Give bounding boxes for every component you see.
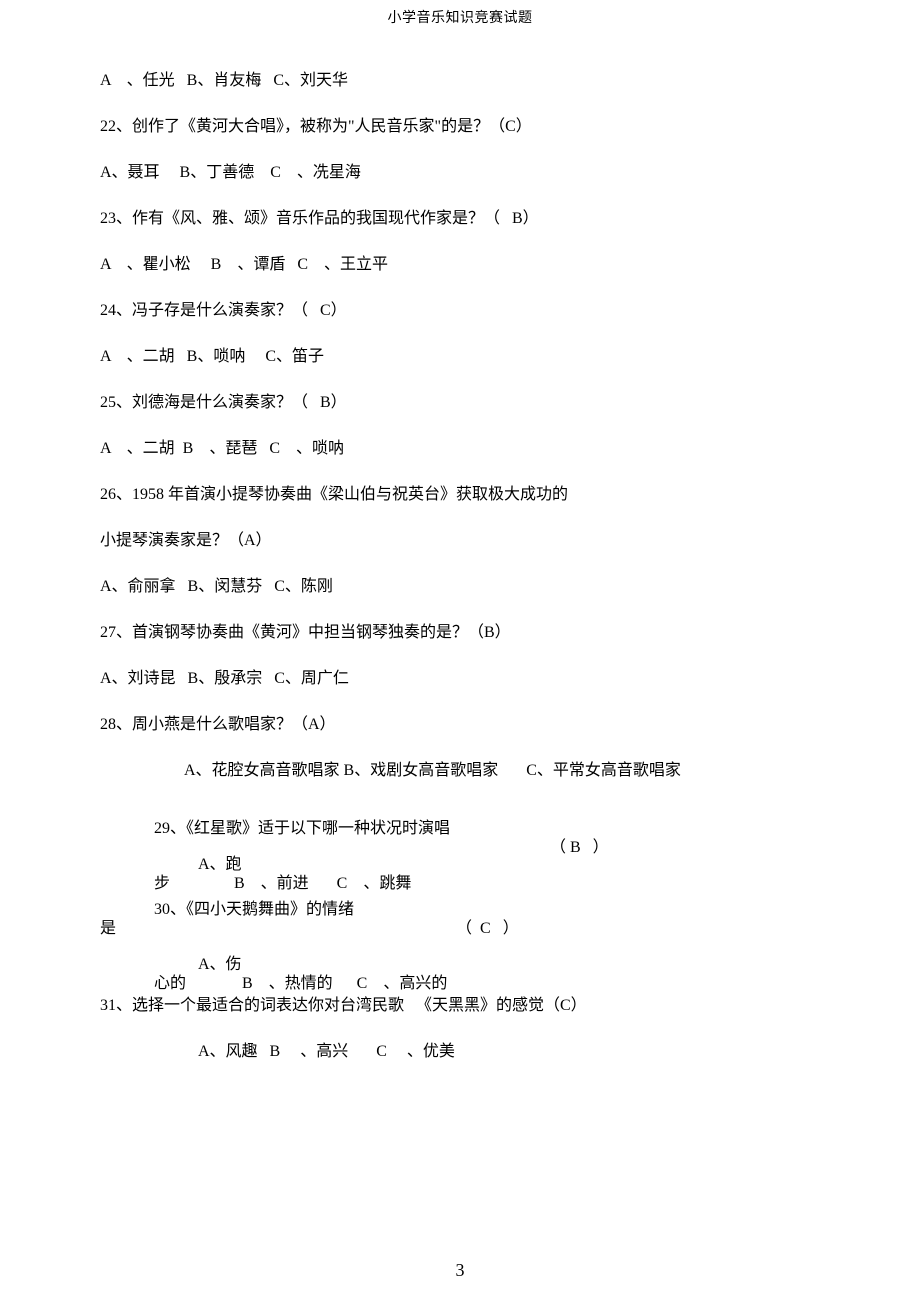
page-title: 小学音乐知识竞赛试题 (0, 0, 920, 27)
text-line: 29、《红星歌》适于以下哪一种状况时演唱 (154, 820, 820, 838)
answer-marker: （ B ） (550, 839, 609, 857)
text-line: 27、首演钢琴协奏曲《黄河》中担当钢琴独奏的是？（B） (100, 624, 820, 642)
text-line: 小提琴演奏家是？（A） (100, 532, 820, 550)
text-line: A 、瞿小松 B 、谭盾 C 、王立平 (100, 256, 820, 274)
document-body: A 、任光 B、肖友梅 C、刘天华 22、创作了《黄河大合唱》，被称为"人民音乐… (100, 72, 820, 1061)
text-line: A、俞丽拿 B、闵慧芬 C、陈刚 (100, 578, 820, 596)
text-line: 22、创作了《黄河大合唱》，被称为"人民音乐家"的是？（C） (100, 118, 820, 136)
text-line: 23、作有《风、雅、颂》音乐作品的我国现代作家是？（ B） (100, 210, 820, 228)
text-line: 步 B 、前进 C 、跳舞 (154, 875, 820, 893)
text-line: 25、刘德海是什么演奏家？（ B） (100, 394, 820, 412)
text-line: 31、选择一个最适合的词表达你对台湾民歌 《天黑黑》的感觉（C） (100, 997, 820, 1015)
answer-marker: （ C ） (456, 920, 519, 937)
text-line: A、风趣 B 、高兴 C 、优美 (198, 1043, 820, 1061)
text-line: 24、冯子存是什么演奏家？（ C） (100, 302, 820, 320)
text-line: 30、《四小天鹅舞曲》的情绪 (154, 901, 820, 919)
text-fragment: 是 (100, 920, 116, 937)
text-line: A、刘诗昆 B、殷承宗 C、周广仁 (100, 670, 820, 688)
text-line: 26、1958 年首演小提琴协奏曲《梁山伯与祝英台》获取极大成功的 (100, 486, 820, 504)
text-line: A 、二胡 B、唢呐 C、笛子 (100, 348, 820, 366)
text-line: A 、二胡 B 、琵琶 C 、唢呐 (100, 440, 820, 458)
text-line: 28、周小燕是什么歌唱家？（A） (100, 716, 820, 734)
text-line: A、花腔女高音歌唱家 B、戏剧女高音歌唱家 C、平常女高音歌唱家 (184, 762, 820, 780)
text-line: A、跑 (198, 856, 820, 874)
text-line: A、伤 (198, 956, 820, 974)
text-line: 心的 B 、热情的 C 、高兴的 (154, 975, 820, 993)
text-line: A、聂耳 B、丁善德 C 、冼星海 (100, 164, 820, 182)
page-number: 3 (0, 1260, 920, 1281)
text-line: A 、任光 B、肖友梅 C、刘天华 (100, 72, 820, 90)
text-line: 是 （ C ） (100, 920, 820, 938)
